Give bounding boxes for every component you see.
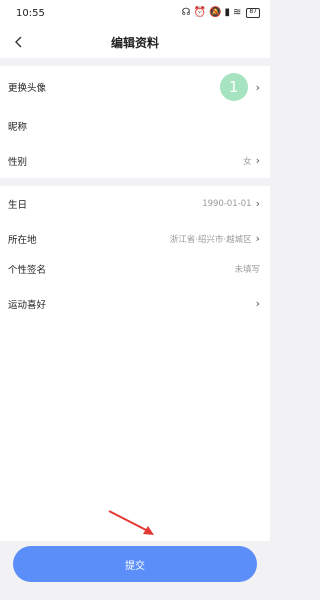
alarm-icon: ⏰: [193, 7, 206, 18]
avatar-badge-text: 1: [228, 78, 239, 96]
row-nickname[interactable]: 昵称: [0, 108, 270, 143]
chevron-right-icon: ›: [255, 297, 260, 310]
nav-bar: 编辑资料: [0, 26, 270, 58]
avatar: 1: [219, 73, 248, 101]
submit-button[interactable]: 提交: [13, 546, 257, 582]
page-title: 编辑资料: [110, 35, 159, 50]
nickname-label: 昵称: [8, 121, 28, 133]
chevron-left-icon: [14, 36, 21, 48]
gender-value: 女: [243, 156, 252, 167]
row-birthday[interactable]: 生日 1990-01-01 ›: [0, 186, 270, 221]
signature-label: 个性签名: [8, 264, 47, 276]
row-gender[interactable]: 性别 女 ›: [0, 143, 270, 178]
birthday-value: 1990-01-01: [202, 198, 252, 209]
status-icons: ☊ ⏰ 🔕 ▮ ≋ 87: [182, 8, 260, 18]
wifi-icon: ≋: [232, 7, 242, 18]
mute-icon: 🔕: [209, 7, 222, 18]
back-button[interactable]: [8, 31, 28, 53]
gender-label: 性别: [8, 156, 28, 168]
signature-value: 未填写: [234, 264, 260, 275]
battery-icon: 87: [246, 8, 260, 18]
profile-group-extra: 个性签名 未填写 运动喜好 ›: [0, 251, 270, 541]
chevron-right-icon: ›: [255, 154, 260, 167]
status-time: 10:55: [16, 7, 45, 19]
profile-group-basic: 更换头像 1 › 昵称 性别 女 ›: [0, 66, 270, 178]
signal-icon: ▮: [224, 7, 230, 18]
birthday-label: 生日: [8, 199, 28, 211]
row-signature[interactable]: 个性签名 未填写: [0, 251, 270, 286]
location-value: 浙江省·绍兴市·越城区: [169, 234, 252, 245]
chevron-right-icon: ›: [255, 80, 260, 94]
location-label: 所在地: [8, 234, 37, 246]
row-sports[interactable]: 运动喜好 ›: [0, 286, 270, 321]
chevron-right-icon: ›: [255, 197, 260, 210]
chevron-right-icon: ›: [255, 232, 260, 245]
annotation-arrow-icon: [108, 510, 154, 535]
status-bar: 10:55 ☊ ⏰ 🔕 ▮ ≋ 87: [0, 0, 270, 26]
headphone-icon: ☊: [181, 7, 191, 18]
avatar-label: 更换头像: [8, 83, 47, 94]
profile-group-info: 生日 1990-01-01 › 所在地 浙江省·绍兴市·越城区 ›: [0, 186, 270, 260]
row-avatar[interactable]: 更换头像 1 ›: [0, 66, 270, 108]
sports-label: 运动喜好: [8, 299, 47, 311]
